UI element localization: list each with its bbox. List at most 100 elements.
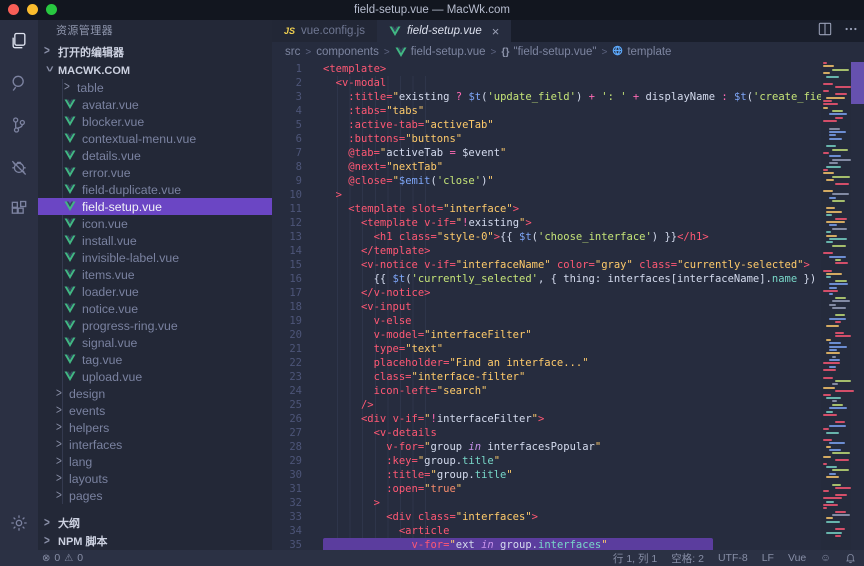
code-line[interactable]: 2 <v-modal bbox=[272, 76, 822, 90]
code-line[interactable]: 24 icon-left="search" bbox=[272, 384, 822, 398]
minimize-window-button[interactable] bbox=[27, 4, 38, 15]
workspace-root-section[interactable]: > MACWK.COM bbox=[38, 61, 272, 80]
sidebar-item-contextual-menu.vue[interactable]: contextual-menu.vue bbox=[38, 130, 272, 147]
sidebar-item-icon.vue[interactable]: icon.vue bbox=[38, 215, 272, 232]
breadcrumb-item[interactable]: template bbox=[612, 45, 671, 59]
tab-field-setup.vue[interactable]: field-setup.vue× bbox=[377, 20, 511, 42]
code-line[interactable]: 28 v-for="group in interfacesPopular" bbox=[272, 440, 822, 454]
code-line[interactable]: 33 <div class="interfaces"> bbox=[272, 510, 822, 524]
sidebar-item-interfaces[interactable]: >interfaces bbox=[38, 436, 272, 453]
search-icon[interactable] bbox=[0, 62, 38, 104]
indentation[interactable]: 空格: 2 bbox=[671, 551, 704, 566]
extensions-icon[interactable] bbox=[0, 188, 38, 230]
sidebar-section-NPM 脚本[interactable]: >NPM 脚本 bbox=[38, 532, 272, 550]
settings-gear-icon[interactable] bbox=[0, 502, 38, 544]
eol[interactable]: LF bbox=[762, 552, 774, 564]
code-line[interactable]: 8 @next="nextTab" bbox=[272, 160, 822, 174]
sidebar-item-progress-ring.vue[interactable]: progress-ring.vue bbox=[38, 317, 272, 334]
sidebar-section-大纲[interactable]: >大纲 bbox=[38, 514, 272, 532]
sidebar-item-avatar.vue[interactable]: avatar.vue bbox=[38, 96, 272, 113]
scrollbar-thumb[interactable] bbox=[851, 62, 864, 104]
sidebar-item-tag.vue[interactable]: tag.vue bbox=[38, 351, 272, 368]
code-line[interactable]: 13 <h1 class="style-0">{{ $t('choose_int… bbox=[272, 230, 822, 244]
open-editors-section[interactable]: > 打开的编辑器 bbox=[38, 42, 272, 61]
code-line[interactable]: 6 :buttons="buttons" bbox=[272, 132, 822, 146]
code-line[interactable]: 1<template> bbox=[272, 62, 822, 76]
tree-item-label: events bbox=[69, 404, 105, 418]
sidebar-item-helpers[interactable]: >helpers bbox=[38, 419, 272, 436]
code-line[interactable]: 17 </v-notice> bbox=[272, 286, 822, 300]
language-mode[interactable]: Vue bbox=[788, 552, 806, 564]
more-actions-icon[interactable] bbox=[844, 22, 858, 41]
close-window-button[interactable] bbox=[8, 4, 19, 15]
code-line[interactable]: 20 v-model="interfaceFilter" bbox=[272, 328, 822, 342]
breadcrumb-item[interactable]: src bbox=[285, 46, 300, 58]
code-line[interactable]: 31 :open="true" bbox=[272, 482, 822, 496]
code-line[interactable]: 4 :tabs="tabs" bbox=[272, 104, 822, 118]
sidebar-item-invisible-label.vue[interactable]: invisible-label.vue bbox=[38, 249, 272, 266]
sidebar-item-pages[interactable]: >pages bbox=[38, 487, 272, 504]
breadcrumb-label: field-setup.vue bbox=[411, 46, 486, 58]
code-line[interactable]: 10 > bbox=[272, 188, 822, 202]
sidebar-item-blocker.vue[interactable]: blocker.vue bbox=[38, 113, 272, 130]
sidebar-item-lang[interactable]: >lang bbox=[38, 453, 272, 470]
source-control-icon[interactable] bbox=[0, 104, 38, 146]
close-tab-icon[interactable]: × bbox=[492, 24, 500, 39]
vertical-scrollbar[interactable] bbox=[851, 62, 864, 550]
code-line[interactable]: 32 > bbox=[272, 496, 822, 510]
code-line[interactable]: 14 </template> bbox=[272, 244, 822, 258]
code-line[interactable]: 26 <div v-if="!interfaceFilter"> bbox=[272, 412, 822, 426]
sidebar-item-upload.vue[interactable]: upload.vue bbox=[38, 368, 272, 385]
breadcrumb-item[interactable]: field-setup.vue bbox=[395, 46, 486, 58]
tree-item-label: details.vue bbox=[82, 149, 141, 163]
code-line[interactable]: 25 /> bbox=[272, 398, 822, 412]
sidebar-item-notice.vue[interactable]: notice.vue bbox=[38, 300, 272, 317]
breadcrumb-item[interactable]: {}"field-setup.vue" bbox=[501, 46, 596, 58]
zoom-window-button[interactable] bbox=[46, 4, 57, 15]
code-line[interactable]: 19 v-else bbox=[272, 314, 822, 328]
breadcrumb: src>components>field-setup.vue>{}"field-… bbox=[272, 42, 864, 62]
code-line[interactable]: 29 :key="group.title" bbox=[272, 454, 822, 468]
explorer-icon[interactable] bbox=[0, 20, 38, 62]
sidebar-item-signal.vue[interactable]: signal.vue bbox=[38, 334, 272, 351]
line-number: 26 bbox=[272, 412, 302, 426]
code-line[interactable]: 9 @close="$emit('close')" bbox=[272, 174, 822, 188]
code-line[interactable]: 21 type="text" bbox=[272, 342, 822, 356]
sidebar-item-table[interactable]: >table bbox=[38, 79, 272, 96]
sidebar-item-details.vue[interactable]: details.vue bbox=[38, 147, 272, 164]
problems-status[interactable]: ⊗0⚠0 bbox=[42, 552, 83, 564]
cursor-position[interactable]: 行 1, 列 1 bbox=[613, 551, 657, 566]
code-line[interactable]: 34 <article bbox=[272, 524, 822, 538]
sidebar-item-error.vue[interactable]: error.vue bbox=[38, 164, 272, 181]
sidebar-item-install.vue[interactable]: install.vue bbox=[38, 232, 272, 249]
code-line[interactable]: 11 <template slot="interface"> bbox=[272, 202, 822, 216]
sidebar-item-items.vue[interactable]: items.vue bbox=[38, 266, 272, 283]
code-line[interactable]: 15 <v-notice v-if="interfaceName" color=… bbox=[272, 258, 822, 272]
sidebar-item-events[interactable]: >events bbox=[38, 402, 272, 419]
notifications-bell-icon[interactable] bbox=[845, 553, 856, 564]
sidebar-item-field-setup.vue[interactable]: field-setup.vue bbox=[38, 198, 272, 215]
code-line[interactable]: 35 v-for="ext in group.interfaces" bbox=[272, 538, 822, 550]
code-line[interactable]: 22 placeholder="Find an interface..." bbox=[272, 356, 822, 370]
code-line[interactable]: 16 {{ $t('currently_selected', { thing: … bbox=[272, 272, 822, 286]
code-line[interactable]: 23 class="interface-filter" bbox=[272, 370, 822, 384]
code-line[interactable]: 5 :active-tab="activeTab" bbox=[272, 118, 822, 132]
tab-vue.config.js[interactable]: JSvue.config.js bbox=[272, 20, 377, 42]
code-editor[interactable]: 1<template>2 <v-modal3 :title="existing … bbox=[272, 62, 864, 550]
split-editor-icon[interactable] bbox=[818, 22, 832, 41]
sidebar-item-field-duplicate.vue[interactable]: field-duplicate.vue bbox=[38, 181, 272, 198]
code-line[interactable]: 7 @tab="activeTab = $event" bbox=[272, 146, 822, 160]
sidebar-item-layouts[interactable]: >layouts bbox=[38, 470, 272, 487]
code-line[interactable]: 18 <v-input bbox=[272, 300, 822, 314]
sidebar-item-design[interactable]: >design bbox=[38, 385, 272, 402]
minimap[interactable] bbox=[821, 62, 851, 550]
debug-icon[interactable] bbox=[0, 146, 38, 188]
code-line[interactable]: 3 :title="existing ? $t('update_field') … bbox=[272, 90, 822, 104]
code-line[interactable]: 27 <v-details bbox=[272, 426, 822, 440]
breadcrumb-item[interactable]: components bbox=[316, 46, 379, 58]
encoding[interactable]: UTF-8 bbox=[718, 552, 748, 564]
feedback-smiley-icon[interactable]: ☺ bbox=[820, 552, 831, 564]
code-line[interactable]: 12 <template v-if="!existing"> bbox=[272, 216, 822, 230]
code-line[interactable]: 30 :title="group.title" bbox=[272, 468, 822, 482]
sidebar-item-loader.vue[interactable]: loader.vue bbox=[38, 283, 272, 300]
